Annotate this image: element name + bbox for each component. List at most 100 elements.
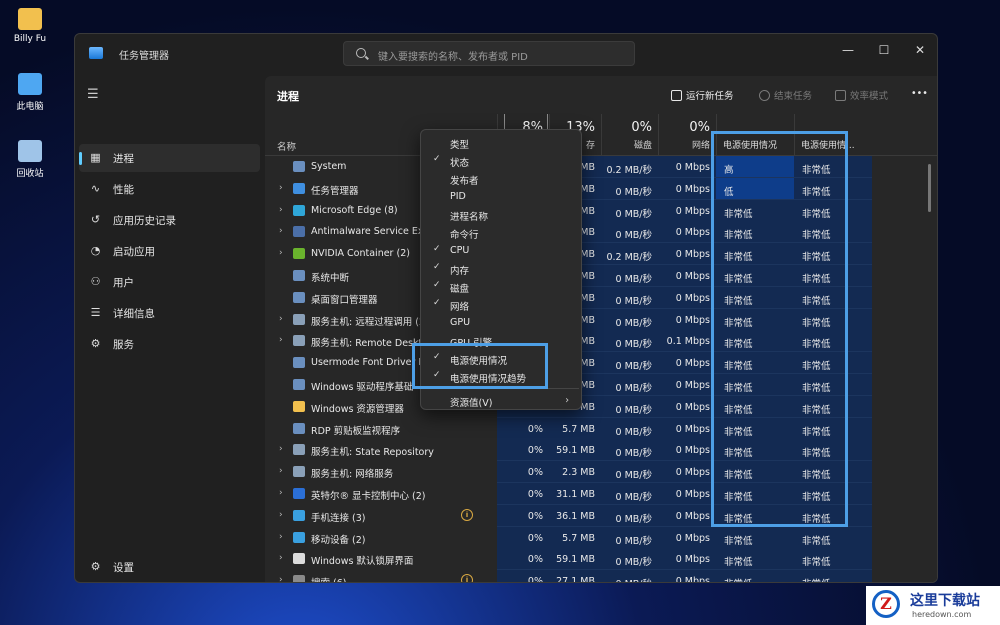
processes-icon: ▦ [90, 151, 101, 164]
expand-chevron-icon[interactable]: › [279, 510, 283, 520]
sidebar-item-label: 用户 [113, 277, 134, 289]
process-name: 手机连接 (3) [311, 512, 366, 524]
cpu-cell: 0% [497, 504, 549, 527]
expand-chevron-icon[interactable]: › [279, 444, 283, 454]
check-icon: ✓ [433, 244, 441, 254]
end-task-button[interactable]: 结束任务 [759, 88, 812, 102]
sidebar-item-performance[interactable]: ∿ 性能 [79, 175, 260, 203]
menu-item-column-toggle[interactable]: ✓ 网络 [425, 296, 579, 314]
more-options-button[interactable]: ••• [911, 88, 928, 99]
network-cell: 0 Mbps [658, 243, 716, 266]
search-placeholder: 键入要搜索的名称、发布者或 PID [378, 52, 528, 63]
expand-chevron-icon[interactable]: › [279, 466, 283, 476]
menu-item-column-toggle[interactable]: 类型 [425, 134, 579, 152]
process-name: 服务主机: 网络服务 [311, 469, 394, 481]
disk-cell: 0 MB/秒 [601, 526, 658, 549]
table-row[interactable]: ›搜索 (6)ⅱ0%27.1 MB0 MB/秒0 Mbps非常低非常低 [265, 570, 925, 582]
expand-chevron-icon[interactable]: › [279, 335, 283, 345]
process-icon [293, 444, 305, 456]
menu-item-resource-values[interactable]: 资源值(V) › [425, 392, 579, 410]
power-columns-highlight [711, 131, 848, 527]
minimize-button[interactable]: — [833, 40, 863, 60]
expand-chevron-icon[interactable]: › [279, 248, 283, 258]
table-row[interactable]: › 移动设备 (2) 0% 5.7 MB 0 MB/秒 0 Mbps 非常低 非常低 [265, 526, 925, 549]
process-icon [293, 226, 305, 238]
sidebar-item-services[interactable]: ⚙ 服务 [79, 330, 260, 358]
process-icon [293, 313, 305, 325]
disk-cell: 0 MB/秒 [601, 352, 658, 375]
suspended-status-icon: ⅱ [461, 574, 473, 582]
column-disk[interactable]: 0% 磁盘 [601, 114, 658, 156]
expand-chevron-icon[interactable]: › [279, 532, 283, 542]
disk-cell: 0 MB/秒 [601, 286, 658, 309]
network-cell: 0 Mbps [658, 177, 716, 200]
disk-cell: 0 MB/秒 [601, 177, 658, 200]
network-cell: 0 Mbps [658, 483, 716, 505]
sidebar-item-startup[interactable]: ◔ 启动应用 [79, 237, 260, 265]
process-icon [293, 400, 305, 412]
startup-icon: ◔ [90, 244, 101, 257]
process-name: 系统中断 [311, 273, 350, 284]
sidebar-item-processes[interactable]: ▦ 进程 [79, 144, 260, 172]
expand-chevron-icon[interactable]: › [279, 183, 283, 193]
desktop-icon[interactable]: Billy Fu [6, 8, 54, 44]
disk-cell: 0 MB/秒 [601, 374, 658, 396]
menu-item-label: 资源值(V) [450, 398, 493, 409]
menu-item-column-toggle[interactable]: ✓ 内存 [425, 260, 579, 278]
menu-item-column-toggle[interactable]: ✓ 磁盘 [425, 278, 579, 296]
hamburger-icon[interactable]: ☰ [87, 87, 99, 102]
expand-chevron-icon[interactable]: › [279, 314, 283, 324]
cpu-cell: 0% [497, 526, 549, 549]
search-input[interactable]: 键入要搜索的名称、发布者或 PID [343, 41, 635, 66]
watermark-title: 这里下载站 [910, 593, 980, 609]
run-new-task-button[interactable]: 运行新任务 [671, 88, 734, 102]
desktop-icon-label: Billy Fu [13, 34, 47, 44]
network-cell: 0 Mbps [658, 352, 716, 375]
run-task-icon [671, 90, 682, 101]
process-icon [293, 248, 305, 260]
menu-item-column-toggle[interactable]: 发布者 [425, 170, 579, 188]
column-name[interactable]: 名称 [277, 139, 296, 153]
desktop-icon[interactable]: 回收站 [6, 140, 54, 179]
scrollbar-thumb[interactable] [928, 164, 931, 212]
disk-cell: 0 MB/秒 [601, 330, 658, 353]
cpu-cell: 0% [497, 417, 549, 440]
sidebar-item-label: 应用历史记录 [113, 215, 176, 227]
menu-item-column-toggle[interactable]: ✓ 状态 [425, 152, 579, 170]
memory-cell: 59.1 MB [549, 548, 601, 571]
disk-cell: 0 MB/秒 [601, 395, 658, 418]
expand-chevron-icon[interactable]: › [279, 205, 283, 215]
cpu-cell: 0% [497, 548, 549, 571]
efficiency-mode-button[interactable]: 效率模式 [835, 88, 888, 102]
network-cell: 0 Mbps [658, 286, 716, 309]
menu-item-column-toggle[interactable]: PID [425, 188, 579, 206]
desktop-icon[interactable]: 此电脑 [6, 73, 54, 112]
memory-cell: 59.1 MB [549, 439, 601, 462]
network-cell: 0 Mbps [658, 548, 716, 571]
menu-item-column-toggle[interactable]: ✓ CPU [425, 242, 579, 260]
table-row[interactable]: › Windows 默认锁屏界面 0% 59.1 MB 0 MB/秒 0 Mbps 非常低非… [265, 548, 925, 571]
expand-chevron-icon[interactable]: › [279, 226, 283, 236]
sidebar-item-details[interactable]: ☰ 详细信息 [79, 299, 260, 327]
menu-item-column-toggle[interactable]: GPU [425, 314, 579, 332]
desktop-icon-glyph [18, 73, 42, 95]
sidebar-item-users[interactable]: ⚇ 用户 [79, 268, 260, 296]
column-network[interactable]: 0% 网络 [658, 114, 716, 156]
expand-chevron-icon[interactable]: › [279, 488, 283, 498]
sidebar-item-settings[interactable]: ⚙ 设置 [79, 553, 260, 581]
menu-item-column-toggle[interactable]: 命令行 [425, 224, 579, 242]
expand-chevron-icon[interactable]: › [279, 553, 283, 563]
process-icon [293, 335, 305, 347]
sidebar-item-label: 服务 [113, 339, 134, 351]
menu-item-label: GPU [450, 317, 471, 328]
sidebar: ☰ ▦ 进程 ∿ 性能 ↺ 应用历史记录 ◔ 启动应用 ⚇ 用户 ☰ 详细信息 ⚙ 服务 ⚙ 设置 [75, 76, 265, 582]
disk-cell: 0 MB/秒 [601, 199, 658, 222]
expand-chevron-icon[interactable]: › [279, 575, 283, 582]
watermark: Z 这里下载站 heredown.com [866, 586, 1000, 625]
maximize-button[interactable]: ☐ [869, 40, 899, 60]
menu-item-column-toggle[interactable]: 进程名称 [425, 206, 579, 224]
sidebar-item-history[interactable]: ↺ 应用历史记录 [79, 206, 260, 234]
cpu-cell: 0% [497, 439, 549, 462]
menu-item-label: 网络 [450, 302, 470, 313]
close-button[interactable]: ✕ [905, 40, 935, 60]
